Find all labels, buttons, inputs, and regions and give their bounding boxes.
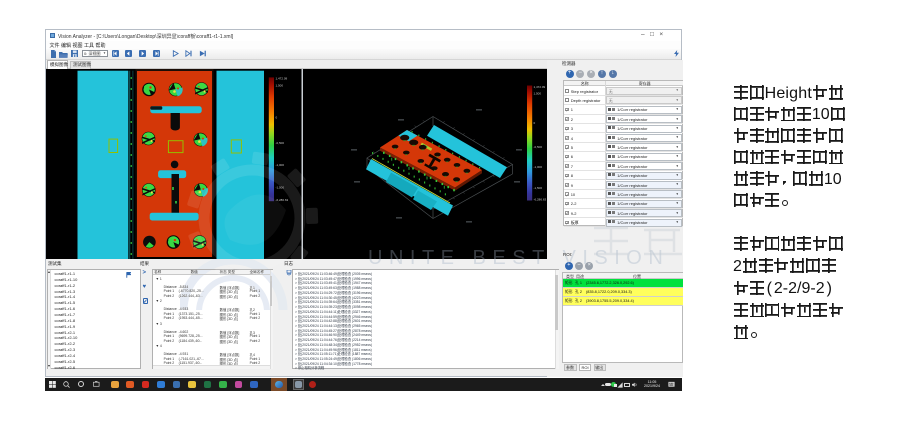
svg-text:-1,000: -1,000 bbox=[276, 162, 285, 166]
svg-text:1,500: 1,500 bbox=[534, 91, 542, 95]
svg-text:-0,500: -0,500 bbox=[276, 141, 285, 145]
svg-text:-1,000: -1,000 bbox=[534, 165, 543, 169]
svg-text:1,500: 1,500 bbox=[276, 83, 284, 87]
svg-text:-6,286.63: -6,286.63 bbox=[276, 198, 289, 202]
svg-text:-6,286.63: -6,286.63 bbox=[534, 197, 547, 201]
svg-text:-1,500: -1,500 bbox=[276, 185, 285, 189]
svg-text:1,472.09: 1,472.09 bbox=[534, 85, 546, 89]
svg-text:-1,500: -1,500 bbox=[534, 186, 543, 190]
svg-text:-0,500: -0,500 bbox=[534, 145, 543, 149]
svg-text:1,472.09: 1,472.09 bbox=[276, 76, 288, 80]
